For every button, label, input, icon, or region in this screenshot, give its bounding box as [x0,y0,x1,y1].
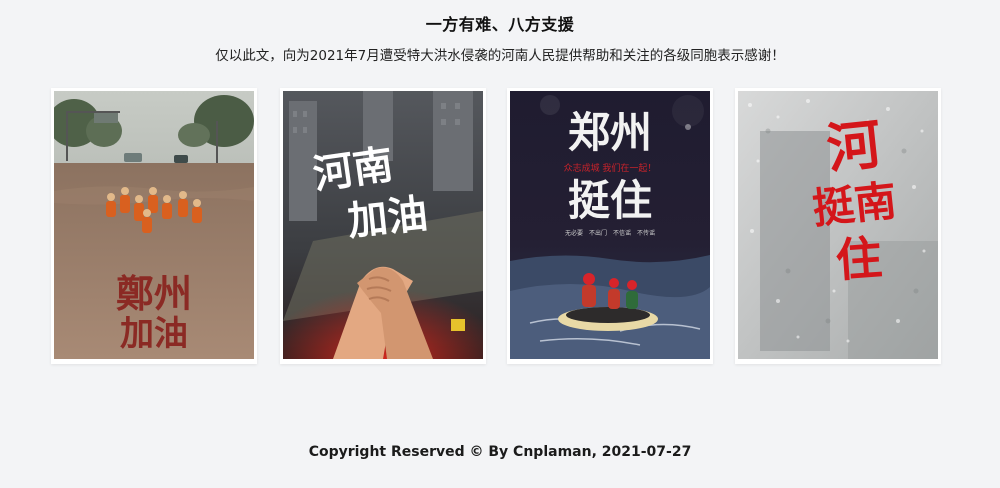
page-title: 一方有难、八方支援 [425,15,575,34]
poster-3-line2: 挺住 [568,176,652,225]
poster-4-line1: 河 [824,114,884,179]
poster-card-henan-tingzhu[interactable]: 河 挺南 住 [735,88,941,364]
page-subtitle: 仅以此文，向为2021年7月遭受特大洪水侵袭的河南人民提供帮助和关注的各级同胞表… [215,48,785,64]
copyright-footer: Copyright Reserved © By Cnplaman, 2021-0… [308,444,692,460]
zhengzhou-jiayou-poster-image: 鄭州 加油 [54,91,254,359]
poster-3-slogan: 无必要 不出门 不信谣 不传谣 [565,229,655,237]
poster-2-line2: 加油 [345,191,429,244]
poster-3-line1: 郑州 [568,108,652,157]
henan-tingzhu-poster-image: 河 挺南 住 [738,91,938,359]
poster-4-line3: 住 [834,232,883,286]
henan-jiayou-poster-image: 河南 加油 [283,91,483,359]
poster-card-zhengzhou-tingzhu[interactable]: 郑州 众志成城 我们在一起！ 挺住 无必要 不出门 不信谣 不传谣 [507,88,713,364]
poster-1-line2: 加油 [120,315,188,353]
poster-card-zhengzhou-jiayou[interactable]: 鄭州 加油 [51,88,257,364]
poster-3-tagline: 众志成城 我们在一起！ [564,162,657,174]
poster-1-line1: 鄭州 [116,274,192,316]
poster-card-henan-jiayou[interactable]: 河南 加油 [280,88,486,364]
poster-gallery: 鄭州 加油 河南 加油 郑州 众志成城 我们在一起！ 挺住 无必要 不出门 不信… [51,88,951,364]
poster-4-line2: 挺南 [810,178,898,234]
zhengzhou-tingzhu-poster-image: 郑州 众志成城 我们在一起！ 挺住 无必要 不出门 不信谣 不传谣 [510,91,710,359]
